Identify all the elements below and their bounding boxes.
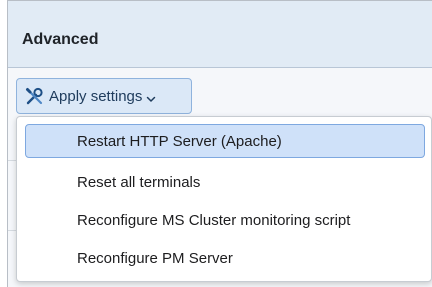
- panel-header: Advanced: [8, 1, 432, 68]
- apply-settings-dropdown-menu: Restart HTTP Server (Apache) Reset all t…: [16, 116, 432, 282]
- chevron-down-icon: [146, 91, 156, 102]
- menu-item-label: Restart HTTP Server (Apache): [77, 132, 282, 150]
- menu-item-label: Reset all terminals: [77, 173, 201, 191]
- menu-item-reconfigure-ms-cluster[interactable]: Reconfigure MS Cluster monitoring script: [25, 203, 425, 237]
- menu-item-label: Reconfigure MS Cluster monitoring script: [77, 211, 351, 229]
- panel-title: Advanced: [22, 31, 99, 48]
- menu-item-reconfigure-pm-server[interactable]: Reconfigure PM Server: [25, 241, 425, 275]
- menu-item-label: Reconfigure PM Server: [77, 249, 233, 267]
- tools-icon: [25, 87, 44, 106]
- apply-settings-button[interactable]: Apply settings: [16, 78, 192, 114]
- apply-settings-label: Apply settings: [49, 87, 143, 105]
- menu-item-reset-all-terminals[interactable]: Reset all terminals: [25, 165, 425, 199]
- menu-item-restart-http-server[interactable]: Restart HTTP Server (Apache): [25, 124, 425, 158]
